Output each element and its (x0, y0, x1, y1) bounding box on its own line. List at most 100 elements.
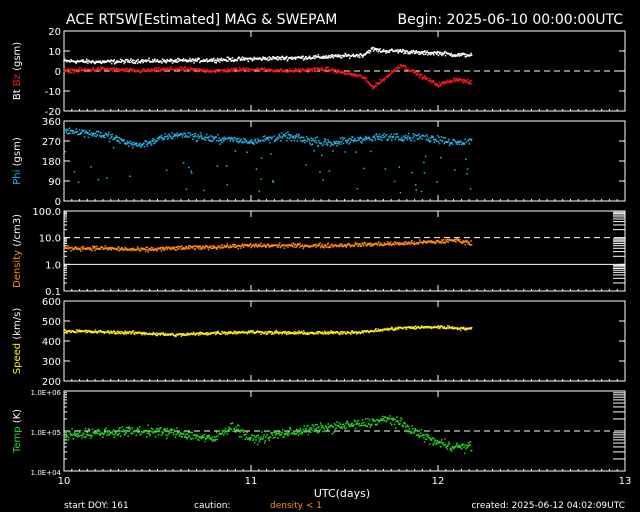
data-point (470, 243, 473, 246)
data-point (343, 55, 346, 57)
data-point (211, 140, 214, 142)
data-point (340, 56, 343, 59)
data-point (322, 426, 325, 428)
data-point (251, 434, 254, 436)
data-point (327, 66, 329, 69)
data-point (225, 137, 227, 140)
data-point (414, 325, 417, 327)
data-point (115, 433, 117, 435)
data-point (263, 332, 266, 335)
data-point (214, 331, 216, 333)
data-point (365, 136, 367, 138)
x-tick-label: 11 (245, 476, 258, 487)
data-point (354, 420, 356, 423)
data-point (391, 327, 394, 329)
data-point (105, 430, 108, 432)
data-point (81, 246, 83, 249)
data-point (322, 143, 325, 145)
data-point (311, 143, 314, 146)
data-point (263, 434, 265, 436)
data-point (280, 139, 282, 142)
data-point (287, 246, 289, 249)
data-point (311, 427, 313, 429)
data-point (393, 133, 395, 136)
data-point (411, 171, 413, 174)
data-point (390, 133, 392, 135)
data-point (339, 423, 342, 426)
data-point (237, 247, 240, 250)
data-point (211, 440, 214, 443)
data-point (305, 55, 307, 58)
data-point (227, 56, 230, 59)
data-point (341, 136, 343, 139)
data-point (318, 140, 320, 142)
data-point (417, 134, 419, 137)
data-point (115, 331, 117, 333)
data-point (423, 441, 426, 443)
data-point (105, 427, 107, 429)
data-point (403, 139, 405, 141)
data-point (91, 249, 93, 252)
data-point (123, 333, 125, 335)
data-point (185, 433, 187, 436)
data-point (463, 452, 466, 455)
data-point (374, 137, 376, 140)
data-point (319, 428, 321, 431)
data-point (315, 429, 317, 431)
data-point (108, 131, 110, 134)
data-point (238, 424, 240, 427)
data-point (232, 139, 235, 141)
data-point (334, 69, 336, 71)
data-point (270, 138, 273, 140)
data-point (196, 135, 198, 138)
data-point (452, 80, 454, 82)
data-point (308, 55, 311, 58)
data-point (292, 135, 294, 138)
data-point (368, 244, 371, 246)
data-point (230, 428, 233, 431)
data-point (410, 432, 413, 434)
data-point (310, 429, 313, 431)
data-point (66, 435, 69, 437)
data-point (405, 52, 407, 54)
data-point (79, 248, 82, 251)
data-point (179, 433, 181, 435)
data-point (98, 68, 101, 70)
data-point (227, 71, 229, 73)
data-point (291, 245, 294, 248)
data-point (127, 59, 129, 61)
data-point (81, 437, 83, 439)
data-point (309, 142, 311, 144)
data-point (281, 137, 283, 139)
data-point (151, 138, 154, 140)
data-point (181, 436, 184, 438)
data-point (63, 70, 65, 72)
data-point (298, 246, 301, 249)
data-point (396, 50, 398, 53)
data-point (315, 139, 317, 142)
y-axis-label-part: (gsm) (12, 42, 23, 74)
data-point (324, 140, 327, 143)
data-point (224, 432, 226, 434)
data-point (203, 189, 205, 192)
data-point (467, 241, 470, 243)
data-point (372, 50, 375, 52)
data-point (169, 135, 172, 138)
data-point (395, 427, 397, 429)
data-point (252, 439, 254, 442)
data-point (319, 171, 321, 173)
data-point (231, 422, 234, 424)
data-point (373, 86, 376, 89)
data-point (208, 136, 210, 138)
data-point (241, 243, 244, 245)
data-point (236, 59, 238, 62)
data-point (412, 49, 415, 52)
data-point (419, 137, 421, 139)
data-point (335, 140, 338, 143)
y-tick-label: 1.0 (45, 260, 61, 271)
data-point (216, 248, 218, 250)
data-point (139, 249, 142, 252)
data-point (270, 153, 272, 155)
data-point (99, 60, 101, 62)
data-point (382, 48, 385, 51)
